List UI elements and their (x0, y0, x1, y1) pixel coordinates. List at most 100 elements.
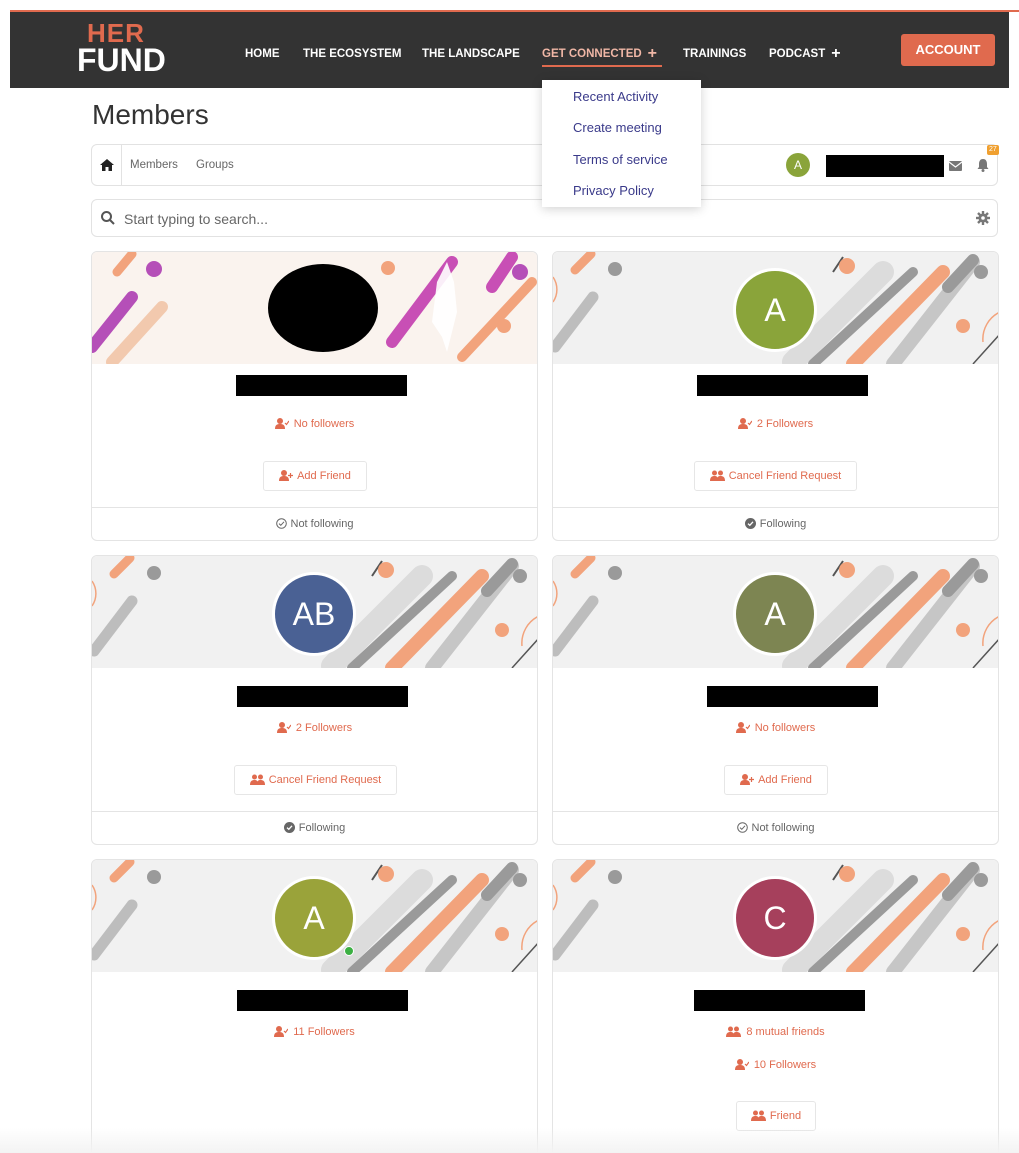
followers-count: No followers (553, 721, 998, 735)
redacted-avatar (268, 264, 378, 352)
check-circle-icon (744, 518, 756, 529)
cancel-friend-request-button[interactable]: Cancel Friend Request (694, 461, 857, 491)
redacted-member-name (237, 686, 408, 707)
gear-icon[interactable] (976, 211, 990, 225)
active-nav-underline (542, 65, 662, 67)
search-icon (101, 211, 115, 225)
member-avatar[interactable]: A (733, 268, 817, 352)
logo-fund: FUND (77, 42, 166, 78)
followers-label: No followers (293, 418, 355, 430)
cancel-friend-request-label: Cancel Friend Request (728, 470, 842, 482)
nav-podcast[interactable]: PODCAST + (769, 44, 841, 64)
plus-icon: + (647, 45, 658, 62)
home-button[interactable] (92, 145, 122, 185)
check-circle-outline-icon (736, 822, 748, 833)
member-avatar[interactable]: A (733, 572, 817, 656)
followers-count: 2 Followers (92, 721, 537, 735)
redacted-member-name (707, 686, 878, 707)
followers-count: No followers (92, 417, 537, 431)
herfund-logo[interactable]: HER FUND (77, 20, 177, 80)
followers-label: 2 Followers (756, 418, 814, 430)
current-user-avatar[interactable]: A (786, 153, 810, 177)
member-card[interactable]: C 8 mutual friends 10 Followers Friend (552, 859, 999, 1153)
dropdown-item-create-meeting[interactable]: Create meeting (573, 119, 662, 137)
follow-toggle[interactable]: Following (92, 811, 537, 844)
member-card[interactable]: A 11 Followers (91, 859, 538, 1153)
user-plus-icon (279, 470, 294, 481)
friend-label: Friend (769, 1110, 802, 1122)
user-plus-icon (740, 774, 755, 785)
home-icon (100, 159, 114, 171)
member-card[interactable]: A 2 Followers Cancel Friend Request Foll… (552, 251, 999, 541)
add-friend-button[interactable]: Add Friend (724, 765, 828, 795)
redacted-username (826, 155, 944, 177)
followers-label: 10 Followers (753, 1059, 817, 1071)
nav-landscape[interactable]: THE LANDSCAPE (422, 44, 520, 64)
dropdown-item-privacy[interactable]: Privacy Policy (573, 182, 654, 200)
users-icon (726, 1026, 742, 1037)
users-icon (709, 470, 725, 481)
nav-ecosystem[interactable]: THE ECOSYSTEM (303, 44, 401, 64)
followers-label: 11 Followers (293, 1026, 355, 1038)
account-button[interactable]: ACCOUNT (901, 34, 995, 66)
followers-count: 2 Followers (553, 417, 998, 431)
nav-get-connected-label: GET CONNECTED (542, 48, 642, 60)
nav-podcast-label: PODCAST (769, 48, 826, 60)
cancel-friend-request-button[interactable]: Cancel Friend Request (234, 765, 397, 795)
followers-count: 10 Followers (553, 1058, 998, 1072)
member-card[interactable]: A No followers Add Friend Not following (552, 555, 999, 845)
users-icon (249, 774, 265, 785)
friend-button[interactable]: Friend (736, 1101, 816, 1131)
follow-toggle[interactable]: Following (553, 507, 998, 540)
user-check-icon (734, 1059, 750, 1070)
dropdown-item-recent-activity[interactable]: Recent Activity (573, 88, 658, 106)
user-check-icon (276, 722, 292, 733)
follow-status-label: Following (298, 822, 346, 834)
follow-toggle[interactable]: Not following (553, 811, 998, 844)
page-title: Members (92, 99, 209, 130)
check-circle-icon (283, 822, 295, 833)
member-card[interactable]: AB 2 Followers Cancel Friend Request Fol… (91, 555, 538, 845)
member-card[interactable]: No followers Add Friend Not following (91, 251, 538, 541)
online-status-dot (344, 946, 354, 956)
nav-home[interactable]: HOME (245, 44, 280, 64)
user-check-icon (735, 722, 751, 733)
add-friend-button[interactable]: Add Friend (263, 461, 367, 491)
redacted-member-name (236, 375, 407, 396)
mutual-friends-label: 8 mutual friends (746, 1026, 825, 1038)
add-friend-label: Add Friend (758, 774, 812, 786)
user-check-icon (274, 1026, 289, 1037)
mail-icon[interactable] (949, 161, 962, 171)
member-avatar[interactable]: A (272, 876, 356, 960)
cancel-friend-request-label: Cancel Friend Request (268, 774, 382, 786)
add-friend-label: Add Friend (297, 470, 351, 482)
breadcrumb-groups[interactable]: Groups (196, 158, 234, 172)
nav-trainings[interactable]: TRAININGS (683, 44, 746, 64)
mutual-friends-count: 8 mutual friends (553, 1025, 998, 1039)
user-check-icon (274, 418, 290, 429)
bottom-fade (0, 1128, 1019, 1153)
notification-badge: 27 (987, 145, 999, 155)
bell-icon[interactable] (977, 159, 989, 172)
dropdown-item-terms[interactable]: Terms of service (573, 151, 668, 169)
breadcrumb-members[interactable]: Members (130, 158, 178, 172)
followers-label: No followers (754, 722, 816, 734)
search-input[interactable]: Start typing to search... (124, 211, 268, 227)
redacted-member-name (697, 375, 868, 396)
follow-status-label: Not following (290, 518, 354, 530)
follow-status-label: Not following (751, 822, 815, 834)
follow-toggle[interactable]: Not following (92, 507, 537, 540)
followers-count: 11 Followers (92, 1025, 537, 1039)
followers-label: 2 Followers (295, 722, 353, 734)
plus-icon: + (831, 45, 841, 62)
member-avatar[interactable]: AB (272, 572, 356, 656)
follow-status-label: Following (759, 518, 807, 530)
users-icon (750, 1110, 766, 1121)
user-check-icon (737, 418, 753, 429)
member-avatar[interactable]: C (733, 876, 817, 960)
get-connected-dropdown: Recent Activity Create meeting Terms of … (542, 80, 701, 207)
redacted-member-name (237, 990, 408, 1011)
nav-get-connected[interactable]: GET CONNECTED + (542, 44, 657, 64)
site-header: HER FUND HOME THE ECOSYSTEM THE LANDSCAP… (10, 12, 1009, 88)
redacted-member-name (694, 990, 865, 1011)
